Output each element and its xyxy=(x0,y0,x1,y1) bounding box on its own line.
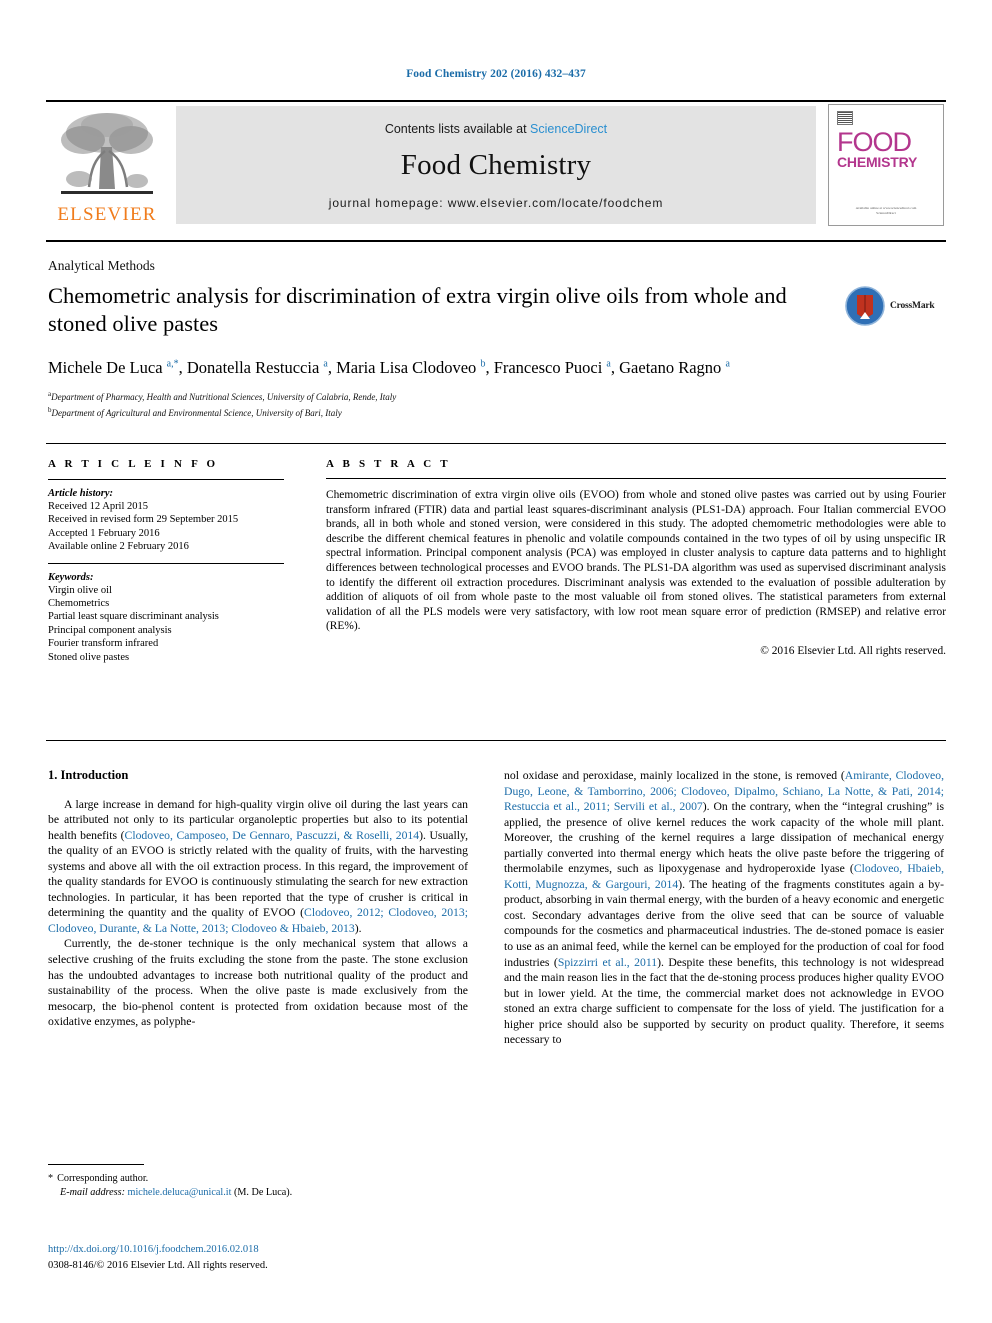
paragraph: Currently, the de-stoner technique is th… xyxy=(48,937,468,1029)
citation-link[interactable]: Clodoveo, Camposeo, De Gennaro, Pascuzzi… xyxy=(125,829,420,842)
paragraph-text: ). Despite these benefits, this technolo… xyxy=(504,955,944,1047)
introduction-heading: 1. Introduction xyxy=(48,768,129,782)
contents-prefix: Contents lists available at xyxy=(384,122,531,136)
email-label: E-mail address: xyxy=(60,1187,125,1198)
cover-chemistry-word: CHEMISTRY xyxy=(837,154,918,170)
corresponding-author-label: Corresponding author. xyxy=(57,1173,149,1184)
footnote-block: * Corresponding author. E-mail address: m… xyxy=(48,1172,468,1200)
article-history-item: Received 12 April 2015 xyxy=(48,501,149,512)
journal-masthead: ELSEVIER Contents lists available at Sci… xyxy=(46,100,946,228)
masthead-top-rule xyxy=(46,100,946,102)
cover-footer-line1: Available online at www.sciencedirect.co… xyxy=(855,206,917,210)
abstract-copyright: © 2016 Elsevier Ltd. All rights reserved… xyxy=(760,644,946,657)
paragraph: A large increase in demand for high-qual… xyxy=(48,797,468,937)
cover-footer-line2: ScienceDirect xyxy=(876,211,896,215)
cover-footer-text: Available online at www.sciencedirect.co… xyxy=(829,206,943,216)
author-list: Michele De Luca a,*, Donatella Restuccia… xyxy=(48,358,730,377)
contents-available-line: Contents lists available at ScienceDirec… xyxy=(385,122,607,136)
crossmark-label: CrossMark xyxy=(890,301,935,311)
abstract-column: A B S T R A C T Chemometric discriminati… xyxy=(326,458,946,657)
crossmark-badge[interactable]: CrossMark xyxy=(845,284,945,328)
corresponding-author-marker: * xyxy=(48,1173,54,1184)
affiliation-text-b: Department of Agricultural and Environme… xyxy=(51,407,342,418)
crossmark-icon xyxy=(845,286,885,326)
affiliation-text-a: Department of Pharmacy, Health and Nutri… xyxy=(51,392,397,402)
article-history-item: Available online 2 February 2016 xyxy=(48,541,189,553)
keyword-item: Chemometrics xyxy=(48,598,110,610)
journal-band: Contents lists available at ScienceDirec… xyxy=(176,106,816,224)
keyword-item: Fourier transform infrared xyxy=(48,638,159,650)
doi-block: http://dx.doi.org/10.1016/j.foodchem.201… xyxy=(48,1243,478,1273)
article-history-label: Article history: xyxy=(48,488,114,499)
elsevier-logo: ELSEVIER xyxy=(48,106,166,226)
keyword-item: Virgin olive oil xyxy=(48,584,112,596)
journal-title: Food Chemistry xyxy=(400,149,592,181)
doi-link[interactable]: http://dx.doi.org/10.1016/j.foodchem.201… xyxy=(48,1243,478,1258)
keywords-block: Keywords: Virgin olive oil Chemometrics … xyxy=(48,572,284,664)
body-column-right: nol oxidase and peroxidase, mainly local… xyxy=(504,768,944,1048)
elsevier-wordmark: ELSEVIER xyxy=(57,204,157,225)
article-history-item: Accepted 1 February 2016 xyxy=(48,527,160,539)
paragraph-text: nol oxidase and peroxidase, mainly local… xyxy=(504,769,845,782)
keyword-item: Principal component analysis xyxy=(48,624,172,636)
sciencedirect-link[interactable]: ScienceDirect xyxy=(530,122,607,136)
email-line: E-mail address: michele.deluca@unical.it… xyxy=(48,1186,468,1200)
issn-copyright-line: 0308-8146/© 2016 Elsevier Ltd. All right… xyxy=(48,1259,268,1271)
article-info-divider xyxy=(48,479,284,480)
footnote-rule xyxy=(48,1164,144,1165)
email-suffix: (M. De Luca). xyxy=(233,1187,293,1198)
cover-food-word: FOOD xyxy=(837,127,912,157)
article-info-column: A R T I C L E I N F O Article history: R… xyxy=(48,458,284,664)
corresponding-author-line: * Corresponding author. xyxy=(48,1172,468,1186)
cover-mini-logo-icon xyxy=(837,111,853,125)
article-info-heading: A R T I C L E I N F O xyxy=(48,458,219,470)
affiliation-a: aDepartment of Pharmacy, Health and Nutr… xyxy=(48,388,938,404)
abstract-body: Chemometric discrimination of extra virg… xyxy=(326,489,946,633)
elsevier-tree-icon xyxy=(61,113,153,194)
info-top-rule xyxy=(46,443,946,444)
citation-link[interactable]: Spizzirri et al., 2011 xyxy=(558,956,657,969)
keyword-item: Partial least square discriminant analys… xyxy=(48,611,219,623)
abstract-heading: A B S T R A C T xyxy=(326,458,451,470)
affiliations: aDepartment of Pharmacy, Health and Nutr… xyxy=(48,388,938,419)
page-title: Chemometric analysis for discrimination … xyxy=(48,283,787,336)
abstract-divider xyxy=(326,478,946,479)
running-head: Food Chemistry 202 (2016) 432–437 xyxy=(406,68,586,80)
abstract-bottom-rule xyxy=(46,740,946,741)
keywords-divider xyxy=(48,562,284,564)
article-history-item: Received in revised form 29 September 20… xyxy=(48,514,239,526)
keywords-label: Keywords: xyxy=(48,571,94,583)
masthead-bottom-rule xyxy=(46,240,946,242)
keyword-item: Stoned olive pastes xyxy=(48,651,130,663)
section-label: Analytical Methods xyxy=(48,258,155,273)
affiliation-b: bDepartment of Agricultural and Environm… xyxy=(48,404,938,420)
paper-page: Food Chemistry 202 (2016) 432–437 ELSEVI… xyxy=(0,0,992,1323)
journal-homepage-line[interactable]: journal homepage: www.elsevier.com/locat… xyxy=(329,196,664,210)
email-link[interactable]: michele.deluca@unical.it xyxy=(128,1187,232,1198)
body-column-left: 1. Introduction A large increase in dema… xyxy=(48,768,468,1030)
paragraph-text: ). xyxy=(354,921,362,935)
paragraph: nol oxidase and peroxidase, mainly local… xyxy=(504,768,944,1048)
journal-cover-thumbnail: FOOD CHEMISTRY Available online at www.s… xyxy=(828,104,944,226)
